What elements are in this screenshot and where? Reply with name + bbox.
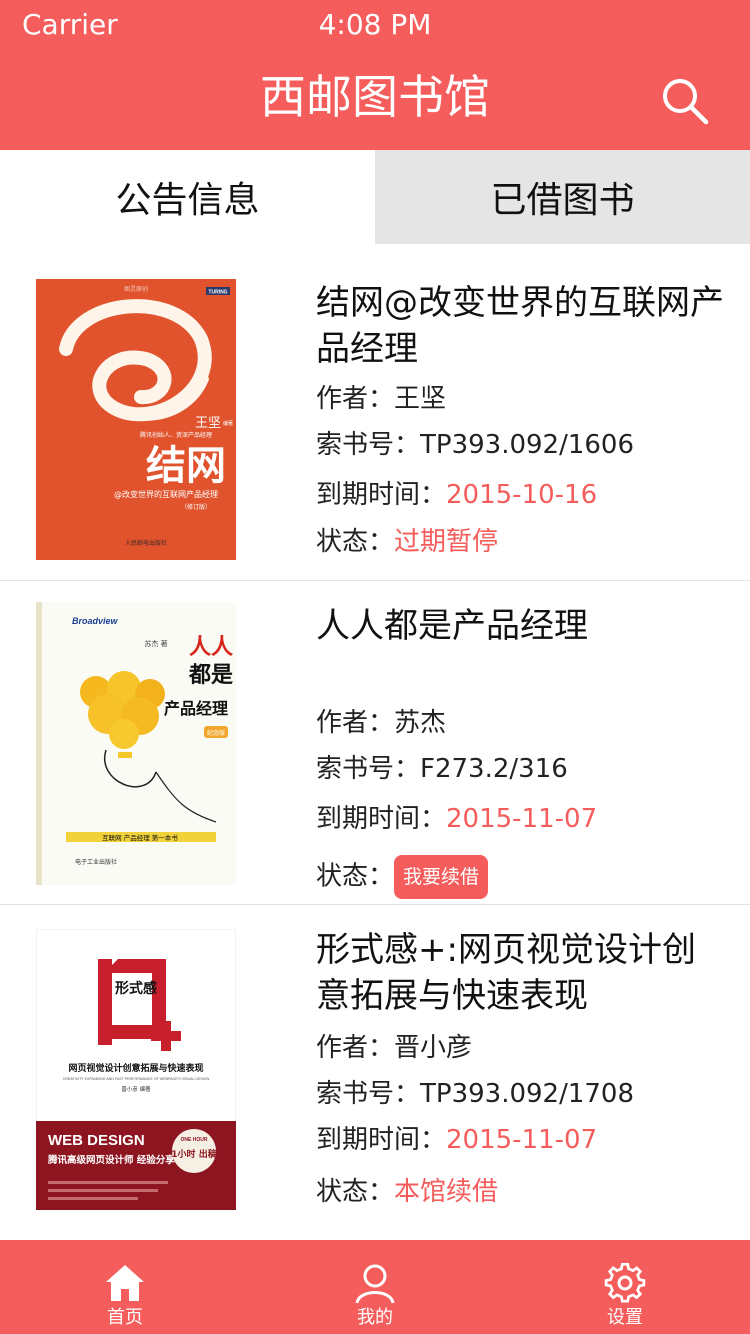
home-icon xyxy=(106,1265,144,1301)
svg-text:晋小彦 编著: 晋小彦 编著 xyxy=(121,1085,151,1093)
book-item[interactable]: TURING 图灵原创 王坚 编著 腾讯创始人、资深产品经理 结网 @改变世界的… xyxy=(0,244,750,581)
book-item[interactable]: Broadview 苏杰 著 人人 都是 产品经理 纪念版 互联网 产品经理 第… xyxy=(0,581,750,905)
svg-text:ONE HOUR: ONE HOUR xyxy=(181,1137,208,1143)
svg-text:人人: 人人 xyxy=(189,635,233,660)
book-status: 状态：本馆续借 xyxy=(316,1177,499,1207)
book-cover: TURING 图灵原创 王坚 编著 腾讯创始人、资深产品经理 结网 @改变世界的… xyxy=(36,279,236,560)
svg-text:形式感: 形式感 xyxy=(115,980,157,997)
app-header: Carrier 4:08 PM 西邮图书馆 xyxy=(0,0,750,150)
svg-text:苏杰 著: 苏杰 著 xyxy=(144,639,167,648)
cover-art-image: 形式感 网页视觉设计创意拓展与快速表现 CREATIVITY EXPANDING… xyxy=(36,929,236,1210)
book-call-number: 索书号：F273.2/316 xyxy=(316,754,568,784)
svg-text:TURING: TURING xyxy=(208,290,227,296)
cover-art-image: Broadview 苏杰 著 人人 都是 产品经理 纪念版 互联网 产品经理 第… xyxy=(36,602,236,885)
nav-settings-label: 设置 xyxy=(607,1307,643,1328)
book-due-date: 到期时间：2015-10-16 xyxy=(316,480,598,510)
cover-art-image: TURING 图灵原创 王坚 编著 腾讯创始人、资深产品经理 结网 @改变世界的… xyxy=(36,279,236,560)
book-cover: Broadview 苏杰 著 人人 都是 产品经理 纪念版 互联网 产品经理 第… xyxy=(36,602,236,885)
svg-text:王坚: 王坚 xyxy=(195,416,221,431)
renew-button[interactable]: 我要续借 xyxy=(394,855,489,899)
book-call-number: 索书号：TP393.092/1606 xyxy=(316,430,635,460)
nav-home[interactable]: 首页 xyxy=(0,1240,250,1334)
book-list: TURING 图灵原创 王坚 编著 腾讯创始人、资深产品经理 结网 @改变世界的… xyxy=(0,244,750,1240)
svg-text:腾讯创始人、资深产品经理: 腾讯创始人、资深产品经理 xyxy=(140,431,212,439)
tab-announcements[interactable]: 公告信息 xyxy=(0,150,375,244)
svg-text:Broadview: Broadview xyxy=(72,616,119,626)
nav-home-label: 首页 xyxy=(107,1307,143,1328)
book-item[interactable]: 形式感 网页视觉设计创意拓展与快速表现 CREATIVITY EXPANDING… xyxy=(0,905,750,1240)
tab-borrowed-books[interactable]: 已借图书 xyxy=(375,150,750,244)
svg-text:产品经理: 产品经理 xyxy=(164,699,228,718)
book-author: 作者：王坚 xyxy=(316,384,447,414)
status-text: 过期暂停 xyxy=(394,527,499,557)
svg-text:（修订版）: （修订版） xyxy=(181,503,211,511)
svg-text:电子工业出版社: 电子工业出版社 xyxy=(75,858,117,866)
page-title: 西邮图书馆 xyxy=(260,70,490,124)
book-title: 人人都是产品经理 xyxy=(316,606,588,646)
tab-bar: 公告信息 已借图书 xyxy=(0,150,750,244)
nav-settings[interactable]: 设置 xyxy=(500,1240,750,1334)
svg-text:腾讯高级网页设计师 经验分享: 腾讯高级网页设计师 经验分享 xyxy=(47,1154,175,1166)
book-cover: 形式感 网页视觉设计创意拓展与快速表现 CREATIVITY EXPANDING… xyxy=(36,929,236,1210)
svg-text:CREATIVITY EXPANDING AND FAST: CREATIVITY EXPANDING AND FAST PERFORMANC… xyxy=(63,1077,210,1081)
svg-text:WEB DESIGN: WEB DESIGN xyxy=(48,1132,145,1149)
book-call-number: 索书号：TP393.092/1708 xyxy=(316,1079,635,1109)
svg-text:人民邮电出版社: 人民邮电出版社 xyxy=(125,539,167,547)
book-title: 结网@改变世界的互联网产品经理 xyxy=(316,283,724,369)
book-due-date: 到期时间：2015-11-07 xyxy=(316,1125,598,1155)
book-status: 状态： 我要续借 xyxy=(316,855,489,899)
search-icon xyxy=(663,79,709,125)
bottom-nav: 首页 我的 设置 xyxy=(0,1240,750,1334)
nav-mine[interactable]: 我的 xyxy=(250,1240,500,1334)
svg-text:纪念版: 纪念版 xyxy=(207,729,225,737)
svg-text:结网: 结网 xyxy=(146,443,226,489)
svg-text:图灵原创: 图灵原创 xyxy=(124,285,148,293)
nav-mine-label: 我的 xyxy=(357,1307,393,1328)
svg-text:互联网 产品经理 第一本书: 互联网 产品经理 第一本书 xyxy=(102,833,178,842)
book-title: 形式感+:网页视觉设计创意拓展与快速表现 xyxy=(316,930,696,1016)
search-button[interactable] xyxy=(656,72,716,128)
book-author: 作者：晋小彦 xyxy=(316,1033,473,1063)
svg-text:编著: 编著 xyxy=(223,420,233,427)
gear-icon xyxy=(604,1262,646,1303)
svg-text:都是: 都是 xyxy=(188,663,233,688)
status-text: 本馆续借 xyxy=(394,1177,499,1207)
book-due-date: 到期时间：2015-11-07 xyxy=(316,804,598,834)
book-author: 作者：苏杰 xyxy=(316,708,447,738)
svg-text:@改变世界的互联网产品经理: @改变世界的互联网产品经理 xyxy=(114,489,218,499)
user-icon xyxy=(355,1264,395,1304)
svg-text:网页视觉设计创意拓展与快速表现: 网页视觉设计创意拓展与快速表现 xyxy=(68,1062,203,1074)
book-status: 状态：过期暂停 xyxy=(316,527,499,557)
status-time: 4:08 PM xyxy=(318,8,432,41)
svg-text:1小时 出稿: 1小时 出稿 xyxy=(171,1148,216,1160)
